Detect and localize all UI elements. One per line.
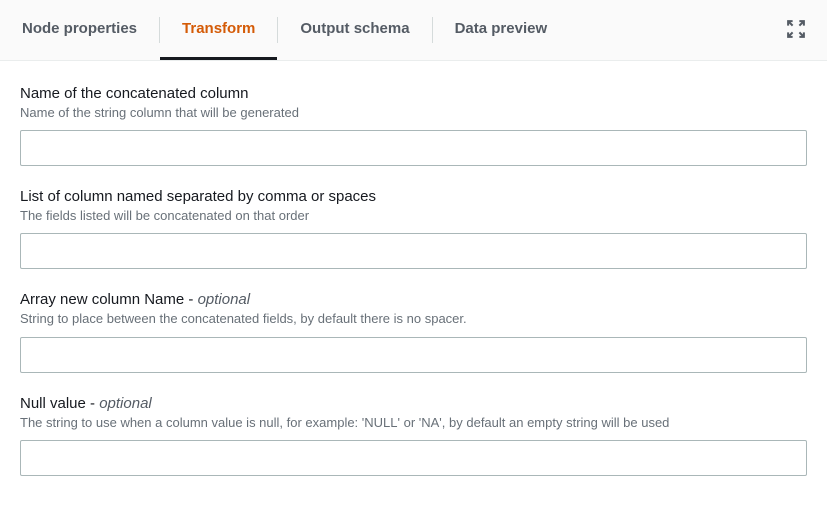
tabs-header: Node properties Transform Output schema … [0, 0, 827, 61]
field-label: Null value - optional [20, 395, 807, 412]
field-label: Name of the concatenated column [20, 85, 807, 102]
field-help: Name of the string column that will be g… [20, 104, 807, 122]
label-text: Null value - [20, 395, 99, 412]
field-group-concat-name: Name of the concatenated column Name of … [20, 85, 807, 166]
field-group-null-value: Null value - optional The string to use … [20, 395, 807, 476]
tab-node-properties[interactable]: Node properties [0, 0, 159, 60]
field-label: List of column named separated by comma … [20, 188, 807, 205]
tab-data-preview[interactable]: Data preview [433, 0, 570, 60]
field-group-columns-list: List of column named separated by comma … [20, 188, 807, 269]
null-value-input[interactable] [20, 440, 807, 476]
optional-tag: optional [198, 291, 251, 308]
field-help: The fields listed will be concatenated o… [20, 207, 807, 225]
field-help: String to place between the concatenated… [20, 310, 807, 328]
tabs-list: Node properties Transform Output schema … [0, 0, 569, 60]
optional-tag: optional [99, 395, 152, 412]
field-group-array-name: Array new column Name - optional String … [20, 291, 807, 372]
expand-icon[interactable] [787, 20, 807, 40]
tab-transform[interactable]: Transform [160, 0, 277, 60]
array-name-input[interactable] [20, 337, 807, 373]
concat-name-input[interactable] [20, 130, 807, 166]
field-label: Array new column Name - optional [20, 291, 807, 308]
field-help: The string to use when a column value is… [20, 414, 807, 432]
tab-output-schema[interactable]: Output schema [278, 0, 431, 60]
label-text: Array new column Name - [20, 291, 198, 308]
columns-list-input[interactable] [20, 233, 807, 269]
form-content: Name of the concatenated column Name of … [0, 61, 827, 522]
